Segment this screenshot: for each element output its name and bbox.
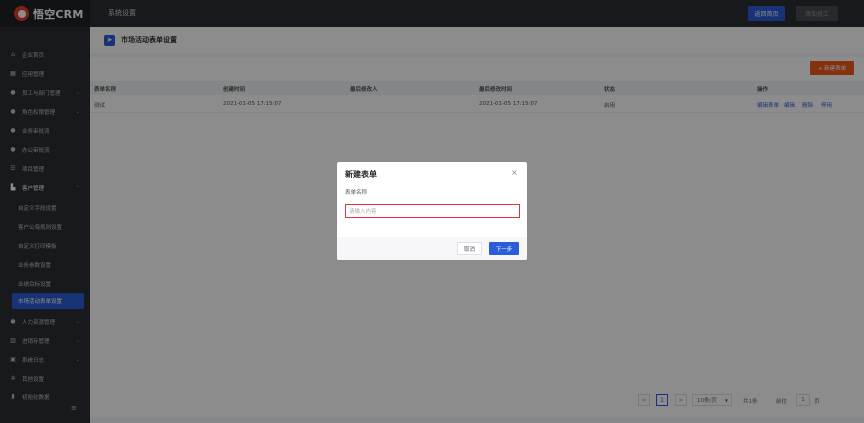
form-name-input[interactable]: 请输入内容 xyxy=(345,204,520,218)
new-form-dialog: 新建表单 × 表单名称 请输入内容 取消 下一步 xyxy=(337,162,527,260)
cancel-button[interactable]: 取消 xyxy=(457,242,482,255)
dialog-footer: 取消 下一步 xyxy=(337,237,527,260)
close-icon[interactable]: × xyxy=(511,168,518,177)
next-step-button[interactable]: 下一步 xyxy=(489,242,519,255)
form-name-label: 表单名称 xyxy=(345,190,368,196)
dialog-title: 新建表单 xyxy=(345,170,377,179)
